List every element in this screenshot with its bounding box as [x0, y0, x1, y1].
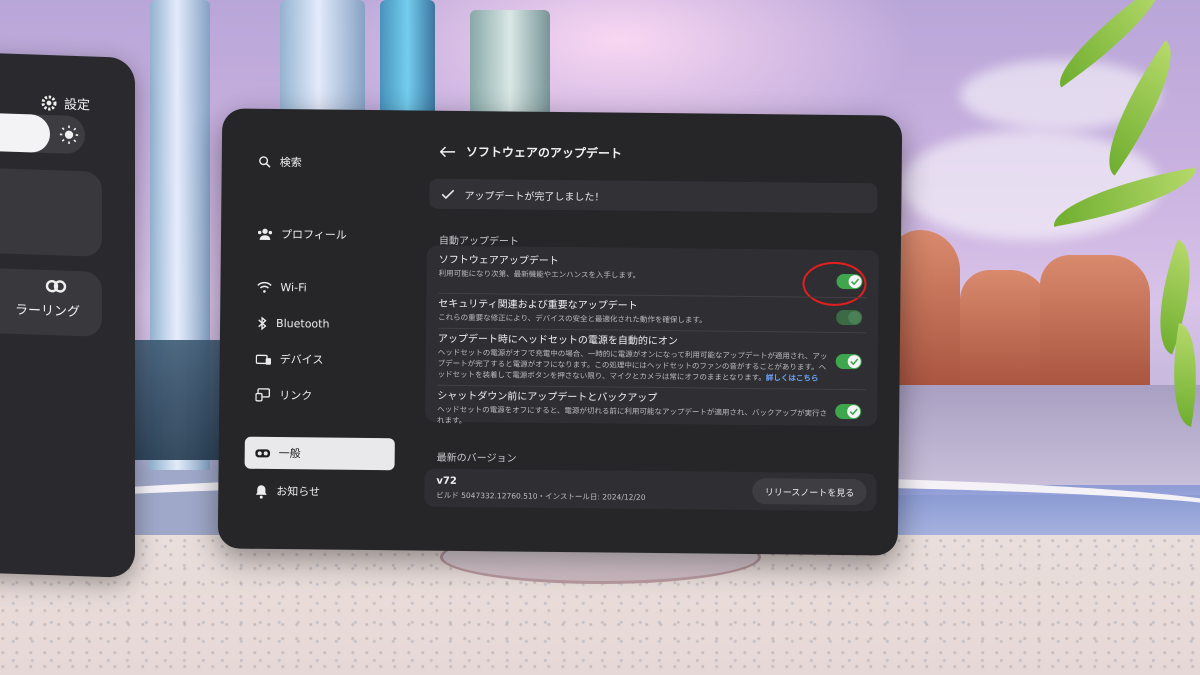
toggle-knob	[847, 355, 861, 369]
cliff	[960, 270, 1050, 390]
headset-icon	[255, 448, 271, 457]
quick-settings-panel: 設定 ラーリング	[0, 51, 135, 579]
page-header: ソフトウェアのアップデート	[439, 143, 622, 162]
sidebar-item-label: 検索	[279, 156, 302, 170]
toggle-knob	[848, 311, 862, 325]
sidebar-item-devices[interactable]: デバイス	[246, 344, 396, 376]
sidebar-item-link[interactable]: リンク	[245, 380, 395, 412]
bell-icon	[255, 484, 267, 499]
setting-description: ヘッドセットの電源がオフで充電中の場合、一時的に電源がオンになって利用可能なアッ…	[437, 347, 832, 384]
divider	[437, 384, 866, 391]
sidebar-item-profile[interactable]: プロフィール	[247, 219, 397, 251]
link-icon	[255, 388, 271, 402]
update-complete-banner: アップデートが完了しました！	[429, 178, 878, 214]
brightness-toggle[interactable]	[0, 112, 85, 155]
bluetooth-icon	[258, 315, 267, 330]
sidebar-item-general[interactable]: 一般	[244, 436, 395, 471]
checkmark-icon	[441, 189, 455, 199]
build-info: ビルド 5047332.12760.510・インストール日: 2024/12/2…	[436, 490, 646, 502]
setting-row-security-updates: セキュリティ関連および重要なアップデート これらの重要な修正により、デバイスの安…	[438, 298, 878, 328]
sidebar-item-label: Bluetooth	[276, 316, 330, 331]
update-before-shutdown-toggle[interactable]	[835, 403, 862, 420]
toggle-knob	[847, 405, 861, 419]
auto-update-settings-card: ソフトウェアアップデート 利用可能になり次第、最新機能やエンハンスを入手します。…	[425, 245, 879, 427]
gear-icon	[41, 95, 57, 111]
sidebar-item-label: Wi-Fi	[280, 280, 307, 294]
sidebar-item-label: デバイス	[279, 353, 324, 367]
sidebar-item-search[interactable]: 検索	[248, 147, 398, 179]
search-icon	[259, 156, 271, 168]
toggle-knob	[0, 112, 50, 154]
sidebar-item-label: お知らせ	[276, 485, 321, 499]
casting-icon	[45, 279, 67, 293]
sidebar-item-notifications[interactable]: お知らせ	[244, 476, 394, 508]
sidebar-item-label: プロフィール	[280, 228, 347, 242]
settings-sidebar: 検索 プロフィール Wi-Fi Bluetooth デバイス リンク 一般 お知…	[218, 108, 413, 550]
sidebar-item-wifi[interactable]: Wi-Fi	[246, 272, 396, 304]
device-icon	[255, 354, 272, 365]
back-arrow-icon[interactable]	[439, 145, 456, 157]
banner-text: アップデートが完了しました！	[464, 190, 605, 203]
setting-description: ヘッドセットの電源をオフにすると、電源が切れる前に利用可能なアップデートが適用さ…	[437, 404, 828, 426]
mirroring-label: ラーリング	[14, 302, 80, 321]
auto-power-on-toggle[interactable]	[835, 353, 862, 370]
people-icon	[257, 228, 273, 240]
settings-panel: 検索 プロフィール Wi-Fi Bluetooth デバイス リンク 一般 お知…	[217, 108, 903, 556]
settings-label: 設定	[64, 97, 91, 114]
security-updates-toggle[interactable]	[836, 309, 863, 326]
release-notes-button[interactable]: リリースノートを見る	[752, 478, 867, 506]
learn-more-link[interactable]: 詳しくはこちら	[766, 373, 819, 383]
mist	[890, 385, 1200, 495]
sidebar-item-label: リンク	[279, 389, 313, 403]
sun-icon	[59, 125, 79, 144]
page-title: ソフトウェアのアップデート	[465, 145, 622, 161]
version-card: v72 ビルド 5047332.12760.510・インストール日: 2024/…	[424, 468, 877, 512]
setting-row-update-before-shutdown: シャットダウン前にアップデートとバックアップ ヘッドセットの電源をオフにすると、…	[437, 390, 877, 431]
check-icon	[849, 408, 858, 416]
building	[125, 340, 225, 460]
divider	[438, 327, 867, 334]
wifi-icon	[257, 281, 272, 293]
divider	[438, 292, 867, 299]
settings-shortcut[interactable]: 設定	[40, 93, 91, 114]
sidebar-item-label: 一般	[278, 447, 301, 461]
version-number: v72	[436, 475, 457, 487]
setting-row-auto-power-on: アップデート時にヘッドセットの電源を自動的にオン ヘッドセットの電源がオフで充電…	[437, 333, 877, 385]
red-highlight-circle	[802, 261, 867, 307]
sidebar-item-bluetooth[interactable]: Bluetooth	[246, 308, 396, 340]
check-icon	[850, 358, 859, 366]
cliff	[1040, 255, 1150, 390]
settings-content: ソフトウェアのアップデート アップデートが完了しました！ 自動アップデート ソフ…	[418, 111, 888, 556]
quick-card[interactable]	[0, 166, 102, 257]
section-heading-latest-version: 最新のバージョン	[436, 452, 517, 465]
